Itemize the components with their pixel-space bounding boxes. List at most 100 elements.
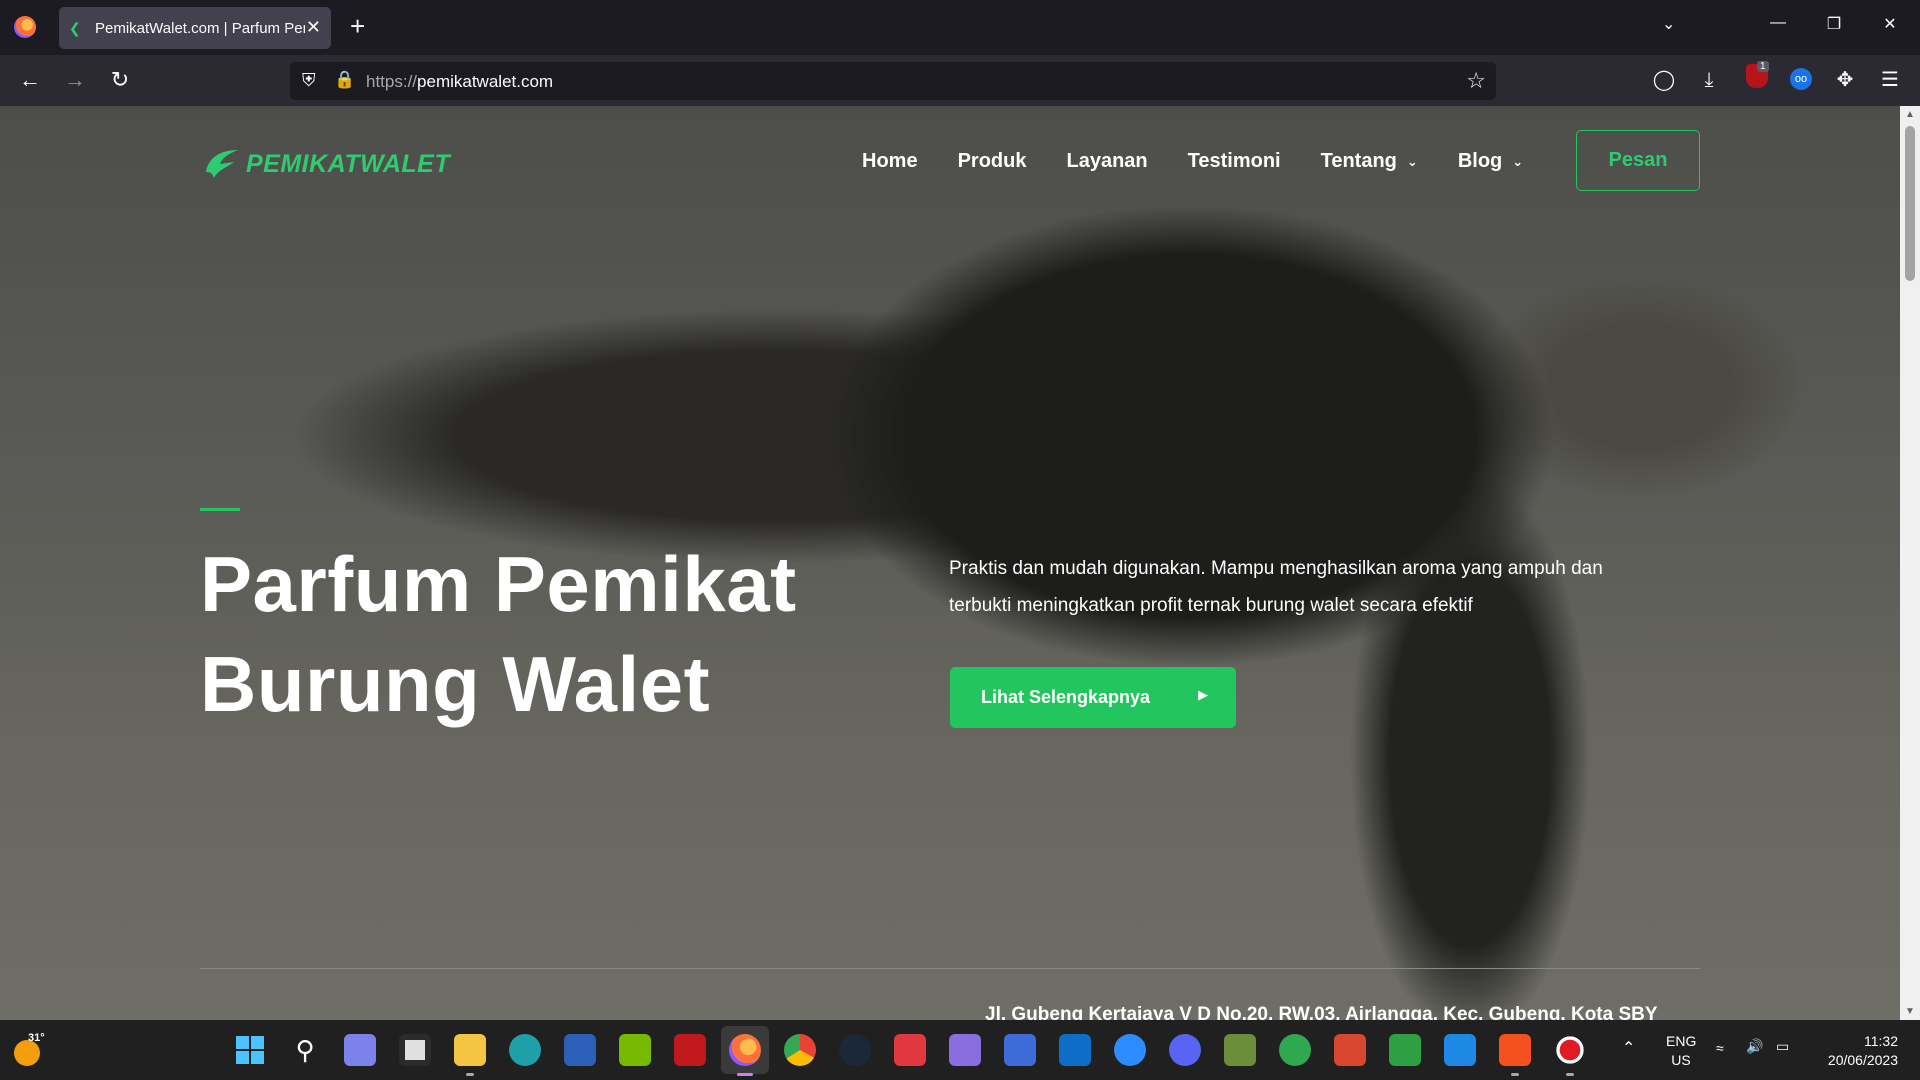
gamepad-red-icon[interactable] (894, 1034, 926, 1066)
clock-time: 11:32 (1864, 1033, 1898, 1049)
close-window-icon[interactable]: ✕ (1878, 14, 1902, 34)
battery-icon[interactable]: ▭ (1776, 1038, 1789, 1055)
wifi-icon[interactable]: ≈ (1716, 1040, 1724, 1056)
see-more-button[interactable]: Lihat Selengkapnya ▶ (950, 667, 1236, 728)
chrome-icon[interactable] (784, 1034, 816, 1066)
restore-icon[interactable]: ❐ (1822, 14, 1846, 34)
clock-date: 20/06/2023 (1827, 1052, 1898, 1068)
discord-icon[interactable] (1169, 1034, 1201, 1066)
browser-tab-active[interactable]: ❮ PemikatWalet.com | Parfum Pemikat Buru… (59, 7, 331, 49)
show-hidden-icons-chevron-icon[interactable]: ⌃ (1622, 1038, 1635, 1058)
extensions-puzzle-icon[interactable]: ✥ (1831, 67, 1859, 93)
running-indicator (1511, 1073, 1519, 1076)
forward-arrow-icon[interactable]: → (61, 67, 89, 93)
hero-description: Praktis dan mudah digunakan. Mampu mengh… (949, 558, 1603, 616)
scroll-down-arrow-icon[interactable]: ▼ (1900, 1006, 1920, 1017)
zoom-icon[interactable] (1114, 1034, 1146, 1066)
gamepad-purple-icon[interactable] (949, 1034, 981, 1066)
address-bar[interactable]: ⛨ 🔒 https://pemikatwalet.com ☆ (290, 62, 1496, 100)
lock-icon[interactable]: 🔒 (334, 70, 355, 90)
edge-icon[interactable] (509, 1034, 541, 1066)
tab-close-icon[interactable]: ✕ (306, 17, 321, 37)
recorder-icon[interactable] (1554, 1034, 1586, 1066)
downloads-icon[interactable]: ⤓ (1695, 67, 1723, 93)
weather-temp: 31° (28, 1032, 45, 1044)
app-blue-icon[interactable] (1444, 1034, 1476, 1066)
chevron-down-icon: ⌄ (1406, 153, 1418, 169)
word-icon[interactable] (564, 1034, 596, 1066)
nvidia-icon[interactable] (619, 1034, 651, 1066)
site-logo[interactable]: PEMIKATWALET (200, 142, 450, 186)
nav-produk[interactable]: Produk (958, 150, 1027, 173)
firefox-menu-icon[interactable] (14, 16, 36, 38)
hero-title-line1: Parfum Pemikat (200, 540, 797, 628)
app-green-icon[interactable] (1389, 1034, 1421, 1066)
bookmark-star-icon[interactable]: ☆ (1466, 68, 1486, 94)
see-more-label: Lihat Selengkapnya (981, 687, 1151, 707)
logo-text: PEMIKATWALET (246, 149, 451, 178)
running-indicator (466, 1073, 474, 1076)
game-app-icon[interactable] (674, 1034, 706, 1066)
nav-blog[interactable]: Blog ⌄ (1458, 150, 1523, 173)
app-red-icon[interactable] (1334, 1034, 1366, 1066)
extension-icon[interactable]: oo (1790, 68, 1812, 90)
xampp-icon[interactable] (1499, 1034, 1531, 1066)
url-scheme: https:// (366, 72, 418, 91)
back-arrow-icon[interactable]: ← (16, 67, 44, 93)
lang-line2: US (1671, 1052, 1691, 1068)
file-explorer-icon[interactable] (454, 1034, 486, 1066)
globe-app-icon[interactable] (1279, 1034, 1311, 1066)
minecraft-icon[interactable] (1224, 1034, 1256, 1066)
new-tab-icon[interactable]: + (350, 12, 365, 40)
page-viewport: PEMIKATWALET Home Produk Layanan Testimo… (0, 106, 1900, 1020)
browser-toolbar: ← → ↻ ⛨ 🔒 https://pemikatwalet.com ☆ ◯ ⤓… (0, 55, 1920, 106)
scroll-up-arrow-icon[interactable]: ▲ (1900, 109, 1920, 120)
scrollbar-thumb[interactable] (1905, 126, 1915, 281)
lang-line1: ENG (1666, 1033, 1697, 1049)
nav-layanan-label: Layanan (1066, 150, 1148, 172)
nav-testimoni[interactable]: Testimoni (1188, 150, 1281, 173)
language-indicator[interactable]: ENG US (1666, 1032, 1696, 1070)
hero-title: Parfum Pemikat Burung Walet (200, 534, 797, 734)
hero-title-line2: Burung Walet (200, 640, 711, 728)
pocket-icon[interactable]: ◯ (1650, 67, 1678, 93)
nav-tentang-label: Tentang (1320, 150, 1397, 172)
start-icon[interactable] (234, 1034, 266, 1066)
firefox-icon[interactable] (729, 1034, 761, 1066)
list-all-tabs-chevron-icon[interactable]: ⌄ (1662, 14, 1675, 34)
order-button[interactable]: Pesan (1576, 130, 1700, 191)
divider (200, 968, 1700, 969)
site-nav: Home Produk Layanan Testimoni Tentang ⌄ B… (862, 150, 1563, 173)
active-indicator (737, 1073, 753, 1076)
browser-tab-bar: ❮ PemikatWalet.com | Parfum Pemikat Buru… (0, 0, 1920, 55)
nav-blog-label: Blog (1457, 150, 1503, 172)
search-icon[interactable]: ⚲ (289, 1034, 321, 1066)
clock[interactable]: 11:32 20/06/2023 (1816, 1032, 1898, 1070)
page-scrollbar[interactable]: ▲ ▼ (1900, 106, 1920, 1020)
nav-home[interactable]: Home (862, 150, 918, 173)
task-view-icon[interactable] (399, 1034, 431, 1066)
nav-layanan[interactable]: Layanan (1066, 150, 1147, 173)
reload-icon[interactable]: ↻ (106, 67, 134, 93)
hamburger-menu-icon[interactable]: ☰ (1876, 67, 1904, 93)
site-favicon-icon: ❮ (69, 20, 81, 36)
app-icon[interactable] (1004, 1034, 1036, 1066)
tracking-protection-shield-icon[interactable]: ⛨ (302, 70, 316, 91)
ublock-count-badge: 1 (1757, 61, 1769, 72)
taskbar: 31° ⚲ ⌃ ENG US ≈ 🔊 ▭ 11:32 20/06/2023 (0, 1020, 1920, 1080)
volume-icon[interactable]: 🔊 (1746, 1038, 1763, 1055)
tab-title: PemikatWalet.com | Parfum Pemikat Burung… (95, 19, 305, 37)
running-indicator (1566, 1073, 1574, 1076)
nav-produk-label: Produk (957, 150, 1027, 172)
url-host: pemikatwalet.com (417, 72, 554, 91)
vscode-icon[interactable] (1059, 1034, 1091, 1066)
nav-testimoni-label: Testimoni (1187, 150, 1281, 172)
url-text[interactable]: https://pemikatwalet.com (366, 72, 553, 92)
steam-icon[interactable] (839, 1034, 871, 1066)
teams-chat-icon[interactable] (344, 1034, 376, 1066)
nav-tentang[interactable]: Tentang ⌄ (1321, 150, 1418, 173)
caret-right-icon: ▶ (1198, 687, 1208, 702)
minimize-icon[interactable]: — (1766, 14, 1790, 32)
swiftlet-logo-icon (206, 150, 238, 178)
address-text: Jl. Gubeng Kertajaya V D No.20, RW.03, A… (985, 1004, 1658, 1020)
